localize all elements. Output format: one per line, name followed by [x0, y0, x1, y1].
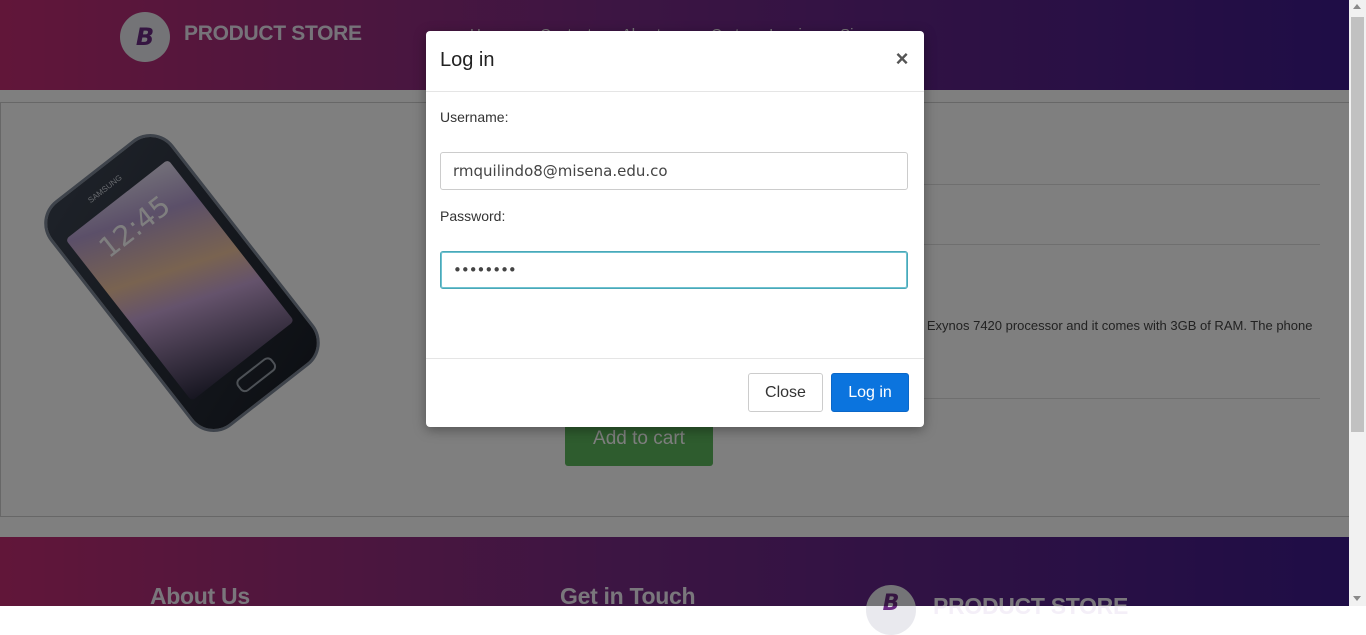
- login-modal: Log in × Username: Password: Close Log i…: [426, 31, 924, 427]
- scroll-up-arrow-icon[interactable]: [1353, 4, 1361, 9]
- scroll-down-arrow-icon[interactable]: [1353, 596, 1361, 601]
- modal-footer-divider: [426, 358, 924, 359]
- login-button[interactable]: Log in: [831, 373, 909, 412]
- scrollbar-thumb[interactable]: [1351, 17, 1364, 432]
- modal-header: Log in ×: [426, 31, 924, 92]
- password-label: Password:: [440, 208, 506, 224]
- modal-title: Log in: [440, 49, 495, 71]
- username-label: Username:: [440, 109, 509, 125]
- close-button[interactable]: Close: [748, 373, 823, 412]
- close-icon[interactable]: ×: [892, 47, 912, 71]
- username-input[interactable]: [440, 152, 908, 190]
- password-input[interactable]: [440, 251, 908, 289]
